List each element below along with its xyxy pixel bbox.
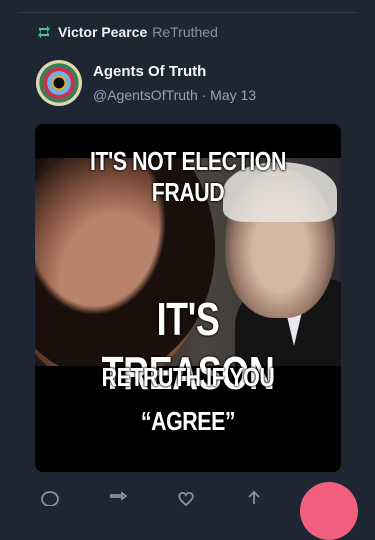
post-image[interactable]: IT'S NOT ELECTION FRAUD IT'S TREASON RET… [35, 124, 341, 472]
post-action-bar [30, 486, 345, 506]
image-caption-line-4: “AGREE” [140, 406, 236, 436]
author-avatar[interactable] [36, 60, 82, 106]
retruth-indicator: Victor Pearce ReTruthed [36, 22, 218, 42]
retruth-user[interactable]: Victor Pearce [58, 24, 147, 40]
share-icon[interactable] [244, 490, 264, 506]
like-icon[interactable] [176, 490, 196, 506]
compose-button[interactable] [300, 482, 358, 540]
image-caption-line-1: IT'S NOT ELECTION FRAUD [90, 146, 286, 207]
author-name[interactable]: Agents Of Truth [93, 63, 206, 80]
retruth-action-icon[interactable] [108, 490, 128, 506]
retruth-verb: ReTruthed [152, 24, 218, 40]
retruth-icon [38, 26, 50, 38]
top-divider [18, 12, 357, 13]
image-caption-line-3: RETRUTH IF YOU [101, 362, 275, 392]
author-meta: @AgentsOfTruth · May 13 [93, 87, 257, 103]
reply-icon[interactable] [40, 490, 60, 506]
